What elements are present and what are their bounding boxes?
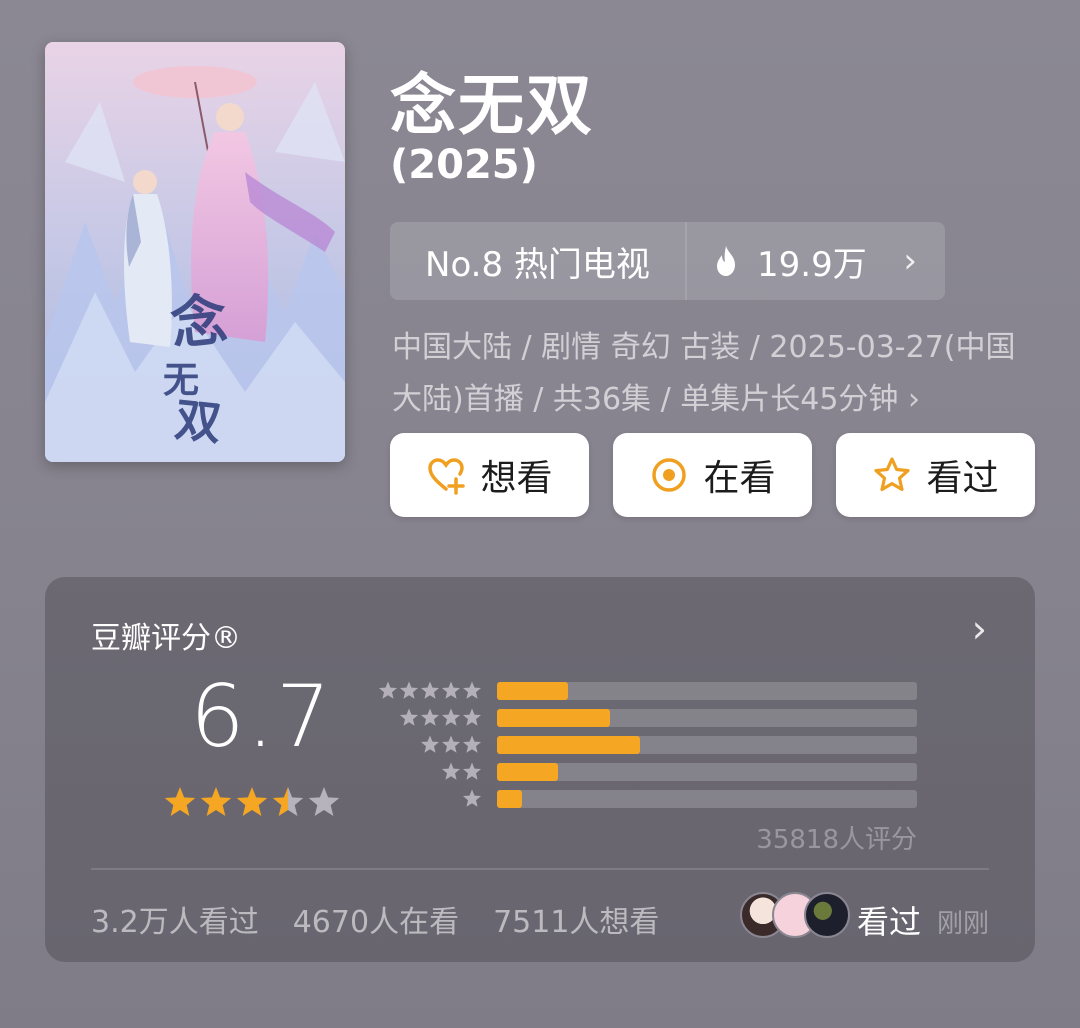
show-meta-info[interactable]: 中国大陆 / 剧情 奇幻 古装 / 2025-03-27(中国大陆)首播 / 共…: [392, 322, 1032, 426]
distribution-stars-icon: [420, 735, 482, 753]
avatar: [804, 892, 850, 938]
page-title: 念无双: [390, 67, 594, 144]
poster-image[interactable]: 念 无 双: [45, 42, 345, 462]
viewer-stats: 3.2万人看过 4670人在看 7511人想看: [91, 897, 659, 941]
distribution-bar-track: [497, 762, 917, 781]
distribution-stars-icon: [378, 681, 482, 699]
rating-star-icon: [272, 787, 304, 816]
small-star-icon: [462, 762, 482, 780]
rating-star-icon: [308, 787, 340, 816]
release-year: (2025): [390, 142, 538, 188]
want-count[interactable]: 7511人想看: [493, 897, 659, 941]
douban-rating-label: 豆瓣评分®: [91, 621, 241, 656]
svg-text:念: 念: [168, 287, 231, 358]
distribution-stars-icon: [462, 789, 482, 807]
small-star-icon: [399, 708, 419, 726]
distribution-row: [375, 704, 917, 731]
distribution-row: [375, 785, 917, 812]
flame-icon: [717, 246, 735, 276]
distribution-bar-track: [497, 735, 917, 754]
chevron-right-icon[interactable]: ›: [972, 607, 987, 651]
small-star-icon: [462, 735, 482, 753]
watching-label: 在看: [703, 458, 776, 499]
rating-vote-count[interactable]: 35818人评分: [756, 819, 917, 856]
small-star-icon: [399, 681, 419, 699]
rating-stars: [163, 785, 343, 823]
target-circle-icon: [652, 458, 687, 492]
rating-score: 6.7: [190, 667, 333, 767]
heart-plus-icon: [428, 458, 466, 495]
watching-button[interactable]: 在看: [613, 433, 812, 517]
distribution-bar-fill: [497, 708, 611, 727]
hot-count: 19.9万: [757, 244, 867, 285]
small-star-icon: [420, 708, 440, 726]
rating-star-icon: [164, 787, 196, 816]
small-star-icon: [441, 708, 461, 726]
want-to-watch-button[interactable]: 想看: [390, 433, 589, 517]
small-star-icon: [378, 681, 398, 699]
small-star-icon: [462, 681, 482, 699]
rating-card[interactable]: 豆瓣评分® › 6.7 35818人评分 3.2万人看过 4670人在看 751…: [45, 577, 1035, 962]
small-star-icon: [420, 681, 440, 699]
small-star-icon: [462, 789, 482, 807]
friend-avatars[interactable]: [740, 892, 850, 938]
ranking-label: No.8 热门电视: [390, 222, 687, 300]
small-star-icon: [420, 735, 440, 753]
rating-star-icon: [200, 787, 232, 816]
distribution-bar-track: [497, 681, 917, 700]
watched-count[interactable]: 3.2万人看过: [91, 897, 259, 941]
small-star-icon: [441, 762, 461, 780]
distribution-bar-fill: [497, 762, 558, 781]
friends-watched-time: 刚刚: [937, 909, 990, 939]
friends-watched-status: 看过: [857, 903, 922, 941]
watching-count[interactable]: 4670人在看: [293, 897, 459, 941]
rating-star-icon: [236, 787, 268, 816]
distribution-row: [375, 731, 917, 758]
divider: [91, 868, 989, 870]
distribution-bar-track: [497, 708, 917, 727]
small-star-icon: [441, 735, 461, 753]
distribution-row: [375, 677, 917, 704]
distribution-bar-fill: [497, 681, 569, 700]
small-star-icon: [441, 681, 461, 699]
ranking-chip[interactable]: No.8 热门电视 19.9万 ›: [390, 222, 945, 300]
distribution-stars-icon: [399, 708, 482, 726]
hot-count-section: 19.9万 ›: [687, 237, 945, 286]
rating-distribution: [375, 677, 917, 812]
svg-text:双: 双: [172, 392, 223, 451]
distribution-bar-fill: [497, 789, 523, 808]
star-outline-icon: [874, 457, 911, 492]
distribution-stars-icon: [441, 762, 482, 780]
watched-button[interactable]: 看过: [836, 433, 1035, 517]
distribution-bar-track: [497, 789, 917, 808]
small-star-icon: [462, 708, 482, 726]
chevron-right-icon: ›: [903, 241, 917, 281]
action-buttons: 想看 在看 看过: [390, 433, 1035, 517]
watched-label: 看过: [926, 458, 999, 499]
distribution-row: [375, 758, 917, 785]
distribution-bar-fill: [497, 735, 640, 754]
want-to-watch-label: 想看: [480, 458, 553, 499]
